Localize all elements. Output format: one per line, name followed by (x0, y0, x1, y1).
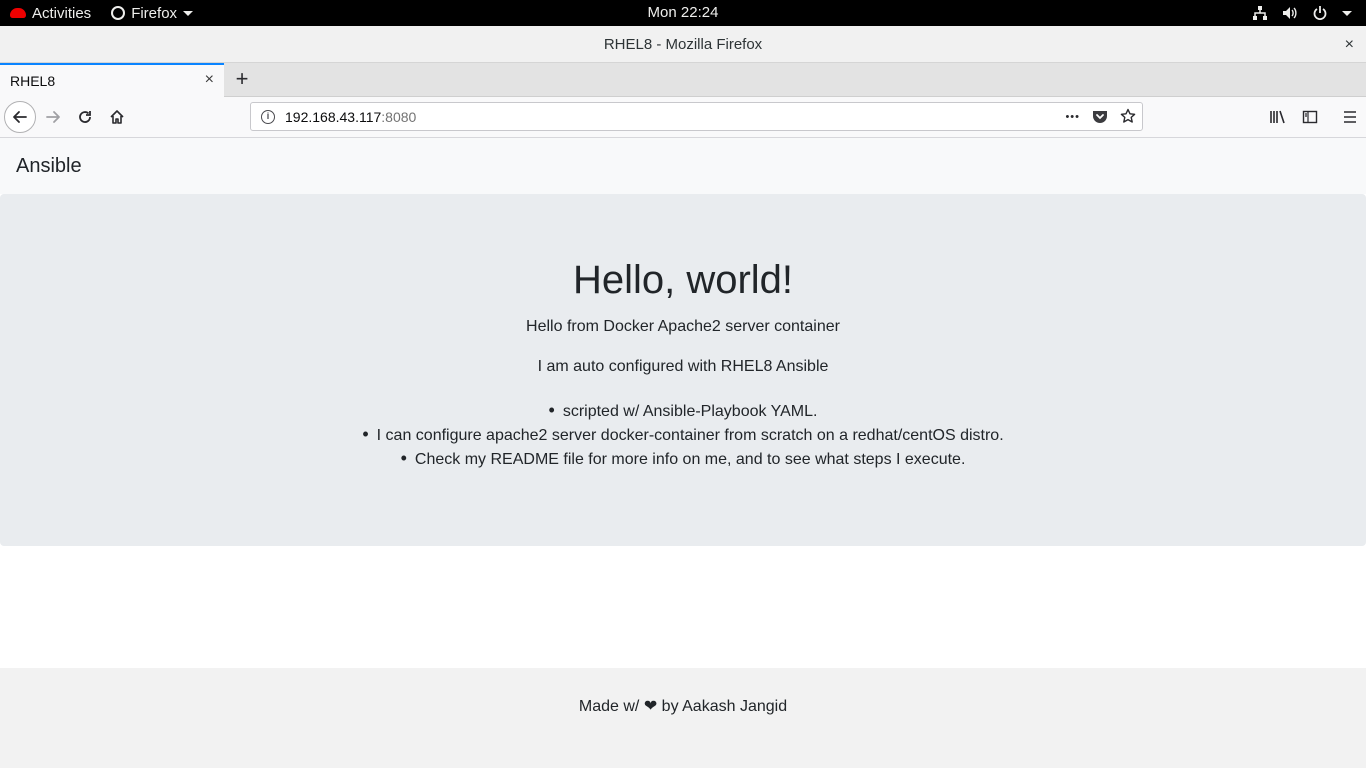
config-text: I am auto configured with RHEL8 Ansible (537, 358, 829, 375)
sidebar-icon (1302, 110, 1318, 124)
home-button[interactable] (101, 101, 133, 133)
new-tab-button[interactable]: + (230, 66, 254, 92)
arrow-right-icon (46, 111, 60, 123)
system-tray[interactable] (1252, 0, 1352, 26)
clock[interactable]: Mon 22:24 (0, 0, 1366, 26)
window-title: RHEL8 - Mozilla Firefox (603, 36, 763, 53)
network-icon (1252, 5, 1268, 21)
page-actions-menu-button[interactable]: ••• (1065, 111, 1080, 123)
main-menu-button[interactable] (1334, 101, 1366, 133)
sidebar-button[interactable] (1294, 101, 1326, 133)
tab-title: RHEL8 (10, 73, 56, 89)
page-footer: Made w/ ❤ by Aakash Jangid (0, 668, 1366, 768)
chevron-down-icon (1342, 10, 1352, 16)
volume-icon (1282, 5, 1298, 21)
toolbar-right-buttons (1262, 101, 1366, 133)
library-icon (1270, 110, 1285, 124)
site-navbar: Ansible (0, 138, 1366, 194)
window-title-bar: RHEL8 - Mozilla Firefox × (0, 26, 1366, 63)
tab-strip: RHEL8 × + (0, 63, 1366, 97)
jumbotron: Hello, world! Hello from Docker Apache2 … (0, 194, 1366, 546)
footer-credit: Made w/ ❤ by Aakash Jangid (578, 698, 788, 715)
forward-button[interactable] (37, 101, 69, 133)
url-port: :8080 (381, 109, 417, 125)
bookmark-star-icon[interactable] (1120, 108, 1136, 127)
tab-close-icon[interactable]: × (205, 71, 214, 89)
power-icon (1312, 5, 1328, 21)
tab-rhel8[interactable]: RHEL8 × (0, 63, 224, 97)
home-icon (110, 110, 124, 124)
page-heading: Hello, world! (572, 258, 794, 302)
reload-button[interactable] (69, 101, 101, 133)
list-item: Check my README file for more info on me… (0, 446, 1366, 470)
intro-text: Hello from Docker Apache2 server contain… (526, 318, 840, 335)
library-button[interactable] (1262, 101, 1294, 133)
list-item: I can configure apache2 server docker-co… (0, 422, 1366, 446)
url-text[interactable]: 192.168.43.117:8080 (285, 109, 416, 125)
navigation-toolbar: i 192.168.43.117:8080 ••• (0, 97, 1366, 138)
list-item: scripted w/ Ansible-Playbook YAML. (0, 398, 1366, 422)
pocket-icon[interactable] (1092, 108, 1108, 127)
url-host: 192.168.43.117 (285, 109, 382, 125)
url-bar[interactable]: i 192.168.43.117:8080 ••• (250, 102, 1143, 131)
back-button[interactable] (4, 101, 36, 133)
navbar-brand[interactable]: Ansible (16, 155, 82, 178)
system-top-bar: Activities Firefox Mon 22:24 (0, 0, 1366, 26)
url-bar-actions: ••• (1065, 106, 1136, 128)
web-page: Ansible Hello, world! Hello from Docker … (0, 138, 1366, 768)
feature-list: scripted w/ Ansible-Playbook YAML. I can… (0, 398, 1366, 470)
window-close-button[interactable]: × (1345, 26, 1354, 63)
arrow-left-icon (13, 111, 27, 123)
site-info-icon[interactable]: i (261, 110, 275, 124)
hamburger-menu-icon (1344, 111, 1356, 123)
reload-icon (79, 111, 91, 123)
